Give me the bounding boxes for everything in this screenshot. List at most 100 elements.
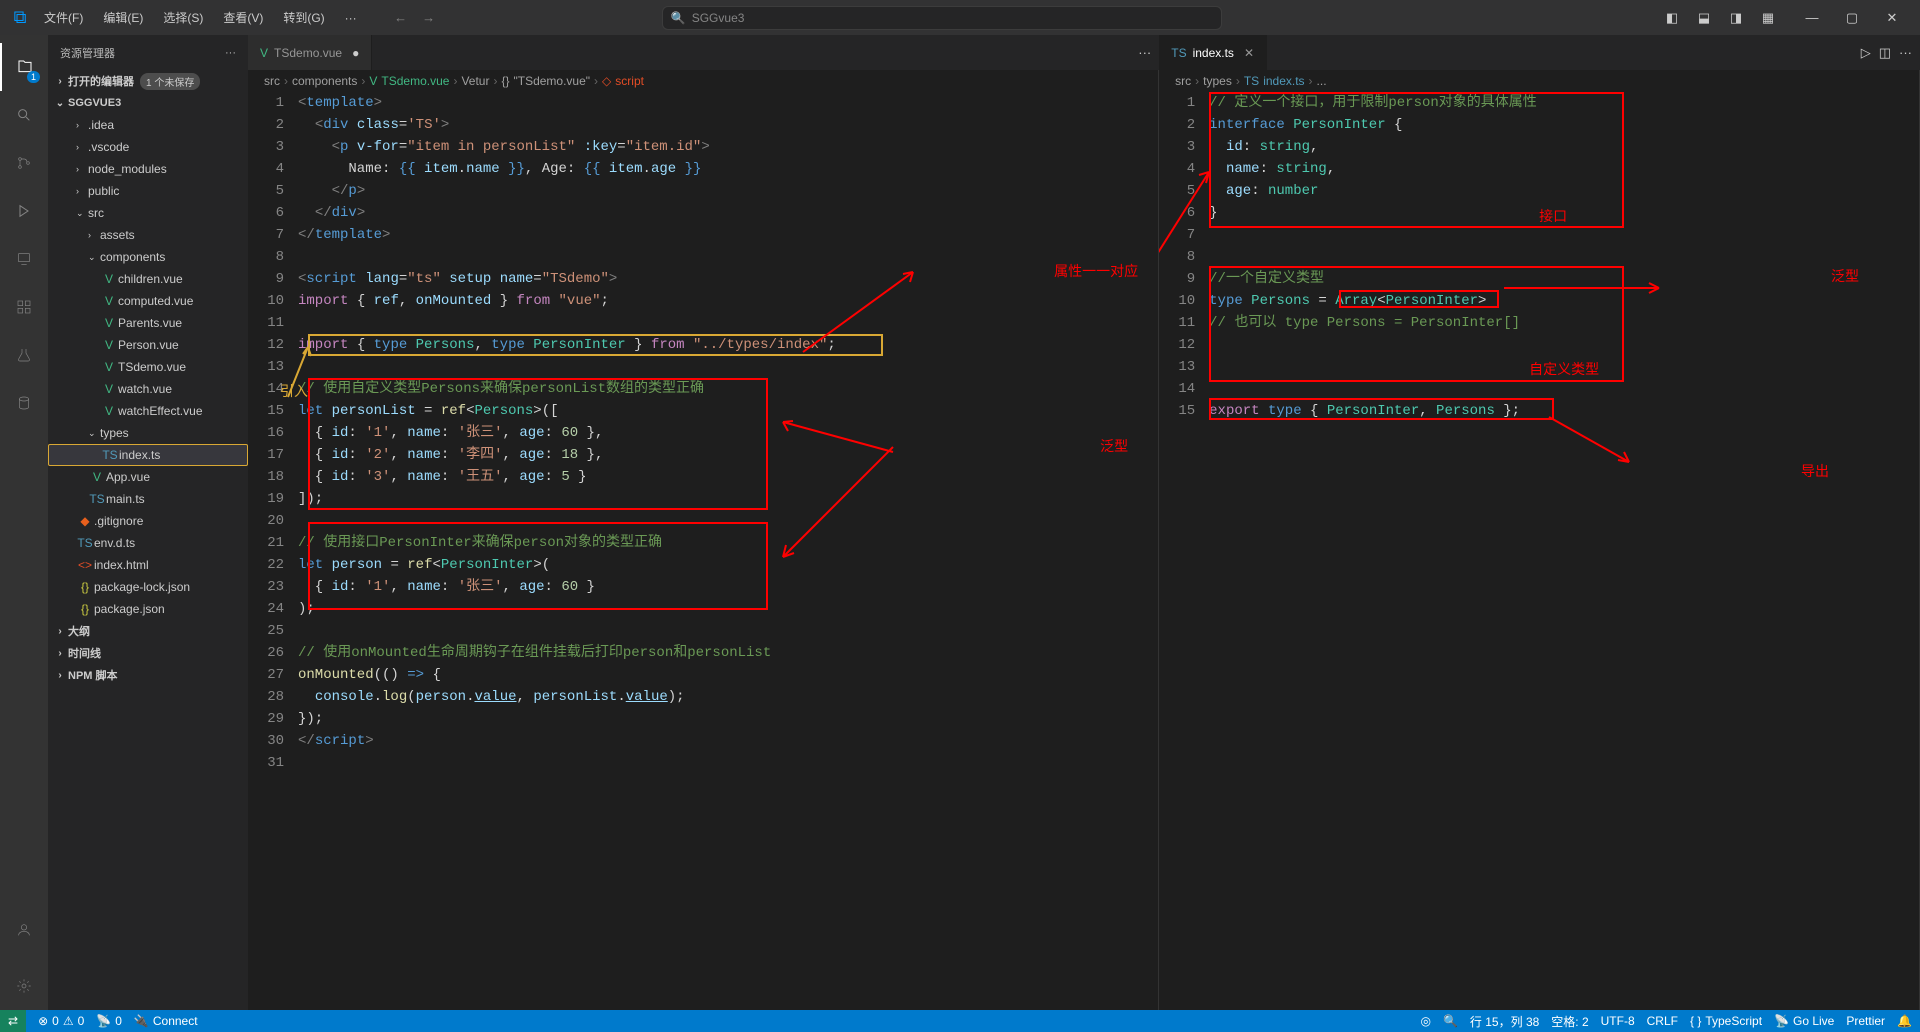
status-encoding[interactable]: UTF-8 bbox=[1601, 1014, 1635, 1028]
menu-go[interactable]: 转到(G) bbox=[275, 5, 332, 30]
status-golive[interactable]: 📡 Go Live bbox=[1774, 1014, 1834, 1028]
status-zoom-icon[interactable]: 🔍 bbox=[1443, 1014, 1458, 1028]
file-item[interactable]: ◆.gitignore bbox=[48, 510, 248, 532]
command-center[interactable]: 🔍 SGGvue3 bbox=[662, 6, 1222, 30]
activity-account-icon[interactable] bbox=[0, 906, 48, 954]
activity-remote-icon[interactable] bbox=[0, 235, 48, 283]
close-icon[interactable]: ✕ bbox=[1244, 46, 1254, 60]
status-connect[interactable]: 🔌Connect bbox=[134, 1014, 198, 1028]
folder-item[interactable]: ⌄src bbox=[48, 202, 248, 224]
file-item[interactable]: VApp.vue bbox=[48, 466, 248, 488]
project-section[interactable]: ⌄ SGGVUE3 bbox=[48, 92, 248, 114]
tree-item-label: watch.vue bbox=[118, 382, 172, 396]
status-bell-icon[interactable]: 🔔 bbox=[1897, 1014, 1912, 1028]
status-spaces[interactable]: 空格: 2 bbox=[1551, 1013, 1588, 1030]
customize-layout-icon[interactable]: ▦ bbox=[1756, 6, 1780, 30]
file-item[interactable]: <>index.html bbox=[48, 554, 248, 576]
timeline-section[interactable]: › 时间线 bbox=[48, 642, 248, 664]
activity-search-icon[interactable] bbox=[0, 91, 48, 139]
run-icon[interactable]: ▷ bbox=[1861, 45, 1871, 61]
breadcrumb[interactable]: V TSdemo.vue bbox=[369, 74, 449, 88]
window-maximize-icon[interactable]: ▢ bbox=[1832, 3, 1872, 33]
breadcrumbs-right[interactable]: src› types› TS index.ts› ... bbox=[1159, 70, 1919, 92]
menu-file[interactable]: 文件(F) bbox=[36, 5, 91, 30]
activity-settings-icon[interactable] bbox=[0, 962, 48, 1010]
chevron-right-icon: › bbox=[52, 648, 68, 659]
code-editor-right[interactable]: 123456789101112131415 // 定义一个接口，用于限制pers… bbox=[1159, 92, 1919, 1010]
nav-back-icon[interactable]: ← bbox=[389, 6, 413, 30]
activity-debug-icon[interactable] bbox=[0, 187, 48, 235]
activity-scm-icon[interactable] bbox=[0, 139, 48, 187]
menu-more[interactable]: ··· bbox=[337, 7, 365, 29]
npm-scripts-section[interactable]: › NPM 脚本 bbox=[48, 664, 248, 686]
status-cursor[interactable]: 行 15，列 38 bbox=[1470, 1013, 1539, 1030]
tree-item-label: Person.vue bbox=[118, 338, 179, 352]
folder-item[interactable]: ›.vscode bbox=[48, 136, 248, 158]
status-eol[interactable]: CRLF bbox=[1647, 1014, 1678, 1028]
breadcrumb[interactable]: {} bbox=[501, 74, 509, 88]
timeline-label: 时间线 bbox=[68, 645, 101, 661]
breadcrumb[interactable]: types bbox=[1203, 74, 1232, 88]
file-item[interactable]: Vchildren.vue bbox=[48, 268, 248, 290]
folder-item[interactable]: ›.idea bbox=[48, 114, 248, 136]
file-item[interactable]: TSmain.ts bbox=[48, 488, 248, 510]
status-remote[interactable]: ⇄ bbox=[0, 1010, 26, 1032]
minimap[interactable] bbox=[1905, 92, 1919, 1010]
folder-item[interactable]: ⌄components bbox=[48, 246, 248, 268]
tree-item-label: node_modules bbox=[88, 162, 167, 176]
activity-test-icon[interactable] bbox=[0, 331, 48, 379]
file-item[interactable]: VTSdemo.vue bbox=[48, 356, 248, 378]
file-item[interactable]: {}package.json bbox=[48, 598, 248, 620]
folder-item[interactable]: ›public bbox=[48, 180, 248, 202]
status-live-icon[interactable]: ◎ bbox=[1420, 1014, 1430, 1028]
window-minimize-icon[interactable]: — bbox=[1792, 3, 1832, 33]
file-item[interactable]: VParents.vue bbox=[48, 312, 248, 334]
status-prettier[interactable]: Prettier bbox=[1846, 1014, 1885, 1028]
open-editors-section[interactable]: › 打开的编辑器 1 个未保存 bbox=[48, 70, 248, 92]
file-item[interactable]: Vwatch.vue bbox=[48, 378, 248, 400]
activity-extensions-icon[interactable] bbox=[0, 283, 48, 331]
breadcrumb[interactable]: ... bbox=[1317, 74, 1327, 88]
folder-item[interactable]: ⌄types bbox=[48, 422, 248, 444]
breadcrumb[interactable]: components bbox=[292, 74, 357, 88]
breadcrumbs-left[interactable]: src› components› V TSdemo.vue› Vetur› {}… bbox=[248, 70, 1158, 92]
window-close-icon[interactable]: ✕ bbox=[1872, 3, 1912, 33]
sidebar-more-icon[interactable]: ··· bbox=[225, 47, 236, 59]
file-item[interactable]: VwatchEffect.vue bbox=[48, 400, 248, 422]
outline-section[interactable]: › 大纲 bbox=[48, 620, 248, 642]
breadcrumb[interactable]: "TSdemo.vue" bbox=[513, 74, 590, 88]
folder-item[interactable]: ›node_modules bbox=[48, 158, 248, 180]
file-item[interactable]: TSindex.ts bbox=[48, 444, 248, 466]
breadcrumb[interactable]: src bbox=[1175, 74, 1191, 88]
menu-view[interactable]: 查看(V) bbox=[215, 5, 271, 30]
tab-tsdemo[interactable]: V TSdemo.vue ● bbox=[248, 35, 372, 70]
activity-explorer-icon[interactable]: 1 bbox=[0, 43, 48, 91]
file-item[interactable]: TSenv.d.ts bbox=[48, 532, 248, 554]
menu-selection[interactable]: 选择(S) bbox=[155, 5, 211, 30]
file-item[interactable]: {}package-lock.json bbox=[48, 576, 248, 598]
status-language[interactable]: { } TypeScript bbox=[1690, 1014, 1762, 1028]
status-radio[interactable]: 📡0 bbox=[96, 1014, 122, 1028]
tab-index-ts[interactable]: TS index.ts ✕ bbox=[1159, 35, 1267, 70]
layout-panel-right-icon[interactable]: ◨ bbox=[1724, 6, 1748, 30]
tab-more-icon[interactable]: ··· bbox=[1899, 45, 1912, 61]
activity-database-icon[interactable] bbox=[0, 379, 48, 427]
file-type-icon: V bbox=[100, 382, 118, 396]
npm-scripts-label: NPM 脚本 bbox=[68, 667, 118, 683]
tab-more-icon[interactable]: ··· bbox=[1138, 45, 1151, 60]
folder-item[interactable]: ›assets bbox=[48, 224, 248, 246]
status-problems[interactable]: ⊗0 ⚠0 bbox=[38, 1014, 84, 1028]
minimap[interactable] bbox=[1144, 92, 1158, 1010]
breadcrumb[interactable]: Vetur bbox=[461, 74, 489, 88]
nav-forward-icon[interactable]: → bbox=[417, 6, 441, 30]
file-item[interactable]: Vcomputed.vue bbox=[48, 290, 248, 312]
layout-panel-left-icon[interactable]: ◧ bbox=[1660, 6, 1684, 30]
breadcrumb[interactable]: src bbox=[264, 74, 280, 88]
breadcrumb[interactable]: ◇ script bbox=[602, 74, 644, 88]
code-editor-left[interactable]: 1234567891011121314151617181920212223242… bbox=[248, 92, 1158, 1010]
file-item[interactable]: VPerson.vue bbox=[48, 334, 248, 356]
breadcrumb[interactable]: TS index.ts bbox=[1244, 74, 1305, 88]
split-editor-icon[interactable]: ◫ bbox=[1879, 45, 1891, 61]
menu-edit[interactable]: 编辑(E) bbox=[95, 5, 151, 30]
layout-panel-bottom-icon[interactable]: ⬓ bbox=[1692, 6, 1716, 30]
